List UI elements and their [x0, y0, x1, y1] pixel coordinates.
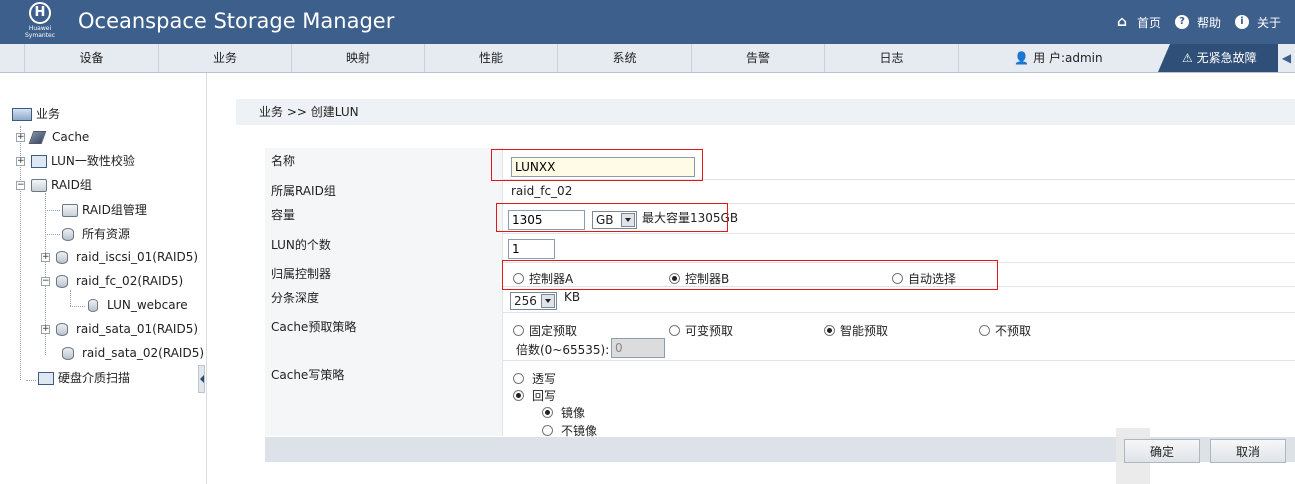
user-icon: 👤 — [1014, 51, 1030, 65]
multiplier-input — [611, 338, 665, 358]
form-row-raid: 所属RAID组 raid_fc_02 — [265, 179, 1295, 204]
tree-item-cache[interactable]: + Cache — [16, 127, 89, 147]
nav-alarm[interactable]: 告警 — [691, 44, 824, 72]
speaker-icon[interactable]: ◀ — [1278, 44, 1295, 72]
help-link[interactable]: ? 帮助 — [1174, 14, 1221, 31]
nav-system[interactable]: 系统 — [557, 44, 691, 72]
main-nav: 设备 业务 映射 性能 系统 告警 日志 👤 用 户:admin ⚠ 无紧急故障… — [0, 44, 1295, 73]
tree-item-raid-sata2[interactable]: raid_sata_02(RAID5) — [62, 343, 204, 363]
form-row-count: LUN的个数 — [265, 233, 1295, 263]
nav-device[interactable]: 设备 — [24, 44, 158, 72]
sidebar-tree: 业务 + Cache + LUN一致性校验 − RAID组 RAID组管理 所有… — [0, 73, 207, 484]
dropdown-arrow-icon — [541, 294, 555, 308]
tree-item-raid-group[interactable]: − RAID组 — [16, 175, 92, 195]
tree-root[interactable]: 业务 — [12, 104, 60, 124]
info-icon: i — [1234, 15, 1249, 29]
tree-item-lun-check[interactable]: + LUN一致性校验 — [16, 151, 135, 171]
tree-item-raid-fc[interactable]: − raid_fc_02(RAID5) — [41, 271, 183, 291]
form-row-stripe: 分条深度 256 KB — [265, 286, 1295, 313]
highlight-controller — [502, 260, 998, 290]
business-icon — [12, 107, 32, 121]
disk-icon — [56, 274, 68, 288]
disk-icon — [62, 227, 74, 241]
mirror-radio[interactable]: 镜像 — [542, 404, 585, 421]
nav-log[interactable]: 日志 — [824, 44, 958, 72]
expand-icon[interactable]: + — [41, 324, 50, 334]
prefetch-variable-radio[interactable]: 可变预取 — [669, 322, 733, 339]
cache-icon — [28, 130, 47, 144]
breadcrumb: 业务 >> 创建LUN — [236, 99, 1295, 125]
form-row-write-policy: Cache写策略 透写 回写 镜像 不镜像 — [265, 360, 1295, 438]
lun-count-input[interactable] — [508, 239, 555, 259]
collapse-icon[interactable]: − — [16, 180, 25, 190]
home-link[interactable]: ⌂ 首页 — [1115, 14, 1161, 31]
highlight-capacity — [496, 203, 728, 232]
top-links: ⌂ 首页 ? 帮助 i 关于 — [1115, 12, 1295, 32]
tree-item-disk-scan[interactable]: 硬盘介质扫描 — [38, 368, 130, 388]
raid-group-value: raid_fc_02 — [511, 184, 573, 198]
ok-button[interactable]: 确定 — [1124, 439, 1200, 463]
prefetch-fixed-radio[interactable]: 固定预取 — [513, 322, 577, 339]
write-through-radio[interactable]: 透写 — [513, 370, 556, 387]
nav-business[interactable]: 业务 — [158, 44, 291, 72]
current-user: 👤 用 户:admin — [958, 44, 1158, 72]
warning-icon: ⚠ — [1182, 51, 1193, 65]
multiplier-label: 倍数(0~65535): — [516, 343, 610, 357]
disk-icon — [56, 322, 68, 336]
collapse-sidebar-handle[interactable] — [198, 365, 205, 393]
tree-item-raid-iscsi[interactable]: + raid_iscsi_01(RAID5) — [41, 247, 198, 267]
huawei-logo: H Huawei Symantec — [22, 2, 58, 42]
tree-item-raid-sata1[interactable]: + raid_sata_01(RAID5) — [41, 319, 198, 339]
expand-icon[interactable]: + — [16, 156, 25, 166]
write-back-radio[interactable]: 回写 — [513, 387, 556, 404]
tree-item-all-resources[interactable]: 所有资源 — [62, 224, 130, 244]
form-row-name: 名称 — [265, 148, 1295, 180]
alarm-status[interactable]: ⚠ 无紧急故障 — [1158, 44, 1278, 72]
highlight-name — [491, 149, 703, 181]
tree-item-lun-webcare[interactable]: LUN_webcare — [88, 295, 188, 315]
home-icon: ⌂ — [1116, 14, 1127, 30]
nav-mapping[interactable]: 映射 — [291, 44, 424, 72]
prefetch-smart-radio[interactable]: 智能预取 — [824, 322, 888, 339]
tree-item-raid-mgmt[interactable]: RAID组管理 — [62, 200, 147, 220]
disk-icon — [62, 346, 74, 360]
collapse-icon[interactable]: − — [41, 276, 50, 286]
raid-icon — [31, 178, 47, 192]
stripe-depth-select[interactable]: 256 — [510, 292, 557, 310]
prefetch-none-radio[interactable]: 不预取 — [979, 322, 1031, 339]
form-row-capacity: 容量 GB 最大容量1305GB — [265, 203, 1295, 234]
network-icon — [31, 154, 47, 168]
expand-icon[interactable]: + — [16, 132, 25, 142]
expand-icon[interactable]: + — [41, 252, 50, 262]
disk-icon — [88, 298, 98, 312]
form-row-prefetch: Cache预取策略 固定预取 可变预取 智能预取 不预取 倍数(0~65535)… — [265, 312, 1295, 361]
disk-icon — [56, 250, 68, 264]
network-icon — [38, 371, 54, 385]
app-header: H Huawei Symantec Oceanspace Storage Man… — [0, 0, 1295, 44]
help-icon: ? — [1174, 15, 1189, 29]
raid-icon — [62, 203, 78, 217]
app-title: Oceanspace Storage Manager — [78, 9, 395, 33]
about-link[interactable]: i 关于 — [1234, 14, 1281, 31]
nav-performance[interactable]: 性能 — [424, 44, 557, 72]
cancel-button[interactable]: 取消 — [1210, 439, 1286, 463]
